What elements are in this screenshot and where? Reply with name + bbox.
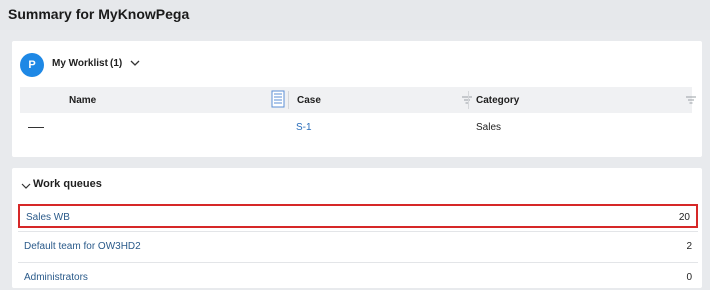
queue-name[interactable]: Default team for OW3HD2 (24, 241, 141, 252)
column-header-category[interactable]: Category (476, 95, 519, 106)
worklist-count[interactable]: (1) (110, 58, 122, 69)
row-marker (28, 127, 44, 128)
work-queues-title[interactable]: Work queues (33, 178, 102, 190)
column-header-name[interactable]: Name (69, 95, 96, 106)
queue-count: 0 (686, 272, 692, 283)
queue-name[interactable]: Administrators (24, 272, 88, 283)
avatar[interactable]: P (20, 53, 44, 77)
category-cell: Sales (476, 122, 502, 133)
row-divider (18, 262, 698, 263)
worklist-title[interactable]: My Worklist (52, 58, 108, 69)
worklist-table-header: Name Case Category (20, 87, 696, 113)
queue-item-administrators[interactable]: Administrators 0 (18, 266, 698, 290)
row-divider (18, 231, 698, 232)
filter-icon[interactable] (461, 94, 473, 106)
column-header-case[interactable]: Case (297, 95, 321, 106)
notes-icon[interactable] (271, 90, 285, 108)
page-title: Summary for MyKnowPega (8, 6, 190, 22)
queue-item-sales-wb[interactable]: Sales WB 20 (18, 204, 698, 228)
queue-count: 2 (686, 241, 692, 252)
table-row[interactable]: S-1 Sales (20, 113, 692, 141)
column-divider (468, 91, 469, 109)
page-header: Summary for MyKnowPega (0, 0, 710, 30)
queue-name[interactable]: Sales WB (26, 212, 70, 223)
queue-count: 20 (678, 212, 690, 223)
column-divider (288, 91, 289, 109)
chevron-down-icon[interactable] (128, 56, 142, 70)
worklist-card: P My Worklist (1) Name Case Category S-1… (12, 41, 702, 157)
queue-item-default-team[interactable]: Default team for OW3HD2 2 (18, 235, 698, 259)
filter-icon[interactable] (685, 94, 697, 106)
chevron-down-icon[interactable] (20, 179, 32, 191)
work-queues-card: Work queues Sales WB 20 Default team for… (12, 168, 702, 288)
case-link[interactable]: S-1 (296, 122, 312, 133)
